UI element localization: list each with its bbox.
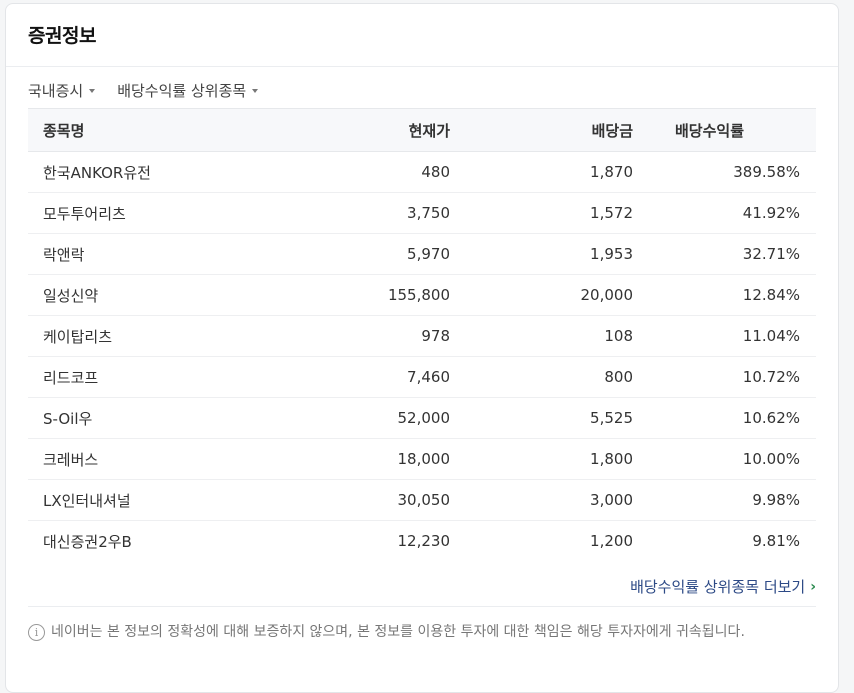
stock-dividend: 108: [604, 327, 633, 345]
stock-info-card: 증권정보 국내증시 배당수익률 상위종목 종목명 현재가 배당금 배당수익률 한…: [5, 3, 839, 693]
stock-dividend: 1,953: [590, 245, 633, 263]
chevron-right-icon: ›: [810, 578, 816, 595]
dividend-table: 종목명 현재가 배당금 배당수익률 한국ANKOR유전 480 1,870 38…: [28, 108, 816, 561]
stock-name[interactable]: 크레버스: [28, 449, 238, 470]
table-row[interactable]: 리드코프 7,460 800 10.72%: [28, 357, 816, 398]
stock-price: 52,000: [397, 409, 451, 427]
stock-dividend: 1,800: [590, 450, 633, 468]
card-title: 증권정보: [28, 25, 96, 47]
stock-name[interactable]: 락앤락: [28, 244, 238, 265]
disclaimer-notice: i 네이버는 본 정보의 정확성에 대해 보증하지 않으며, 본 정보를 이용한…: [28, 623, 818, 642]
stock-name[interactable]: 케이탑리츠: [28, 326, 238, 347]
stock-price: 12,230: [397, 532, 451, 550]
stock-name[interactable]: LX인터내셔널: [28, 490, 238, 511]
stock-dividend: 20,000: [580, 286, 634, 304]
table-row[interactable]: 대신증권2우B 12,230 1,200 9.81%: [28, 521, 816, 561]
stock-yield: 9.98%: [752, 491, 800, 509]
stock-yield: 10.72%: [742, 368, 800, 386]
header-name: 종목명: [43, 121, 85, 140]
stock-yield: 10.00%: [742, 450, 800, 468]
stock-price: 155,800: [387, 286, 450, 304]
table-row[interactable]: S-Oil우 52,000 5,525 10.62%: [28, 398, 816, 439]
stock-dividend: 3,000: [590, 491, 633, 509]
info-icon: i: [28, 624, 45, 641]
table-row[interactable]: 크레버스 18,000 1,800 10.00%: [28, 439, 816, 480]
table-row[interactable]: 모두투어리츠 3,750 1,572 41.92%: [28, 193, 816, 234]
stock-dividend: 5,525: [590, 409, 633, 427]
stock-dividend: 1,572: [590, 204, 633, 222]
stock-name[interactable]: 모두투어리츠: [28, 203, 238, 224]
market-dropdown[interactable]: 국내증시: [28, 80, 96, 101]
stock-yield: 9.81%: [752, 532, 800, 550]
table-row[interactable]: 한국ANKOR유전 480 1,870 389.58%: [28, 152, 816, 193]
header-price: 현재가: [408, 121, 450, 140]
stock-price: 480: [421, 163, 450, 181]
header-dividend: 배당금: [591, 121, 633, 140]
filter-bar: 국내증시 배당수익률 상위종목: [28, 80, 259, 101]
stock-dividend: 800: [604, 368, 633, 386]
ranking-dropdown[interactable]: 배당수익률 상위종목: [117, 80, 259, 101]
stock-dividend: 1,200: [590, 532, 633, 550]
caret-down-icon: [89, 89, 96, 93]
stock-name[interactable]: 리드코프: [28, 367, 238, 388]
header-yield: 배당수익률: [675, 121, 745, 140]
table-header: 종목명 현재가 배당금 배당수익률: [28, 108, 816, 152]
stock-yield: 10.62%: [742, 409, 800, 427]
stock-price: 3,750: [407, 204, 450, 222]
stock-name[interactable]: 한국ANKOR유전: [28, 162, 238, 183]
table-row[interactable]: 락앤락 5,970 1,953 32.71%: [28, 234, 816, 275]
stock-price: 7,460: [407, 368, 450, 386]
stock-yield: 32.71%: [742, 245, 800, 263]
header-divider: [6, 66, 838, 67]
disclaimer-text: 네이버는 본 정보의 정확성에 대해 보증하지 않으며, 본 정보를 이용한 투…: [51, 624, 745, 640]
stock-name[interactable]: 일성신약: [28, 285, 238, 306]
table-row[interactable]: 일성신약 155,800 20,000 12.84%: [28, 275, 816, 316]
stock-yield: 12.84%: [742, 286, 800, 304]
more-dividend-ranking-link[interactable]: 배당수익률 상위종목 더보기 ›: [630, 576, 816, 597]
more-link-label: 배당수익률 상위종목 더보기: [630, 578, 806, 596]
stock-yield: 389.58%: [733, 163, 800, 181]
stock-price: 30,050: [397, 491, 451, 509]
stock-dividend: 1,870: [590, 163, 633, 181]
stock-price: 5,970: [407, 245, 450, 263]
market-dropdown-label: 국내증시: [28, 82, 84, 100]
stock-price: 978: [421, 327, 450, 345]
stock-yield: 41.92%: [742, 204, 800, 222]
table-row[interactable]: LX인터내셔널 30,050 3,000 9.98%: [28, 480, 816, 521]
stock-price: 18,000: [397, 450, 451, 468]
ranking-dropdown-label: 배당수익률 상위종목: [117, 82, 247, 100]
stock-yield: 11.04%: [742, 327, 800, 345]
stock-name[interactable]: 대신증권2우B: [28, 531, 238, 552]
table-row[interactable]: 케이탑리츠 978 108 11.04%: [28, 316, 816, 357]
caret-down-icon: [252, 89, 259, 93]
footer-divider: [28, 606, 816, 607]
stock-name[interactable]: S-Oil우: [28, 408, 238, 429]
